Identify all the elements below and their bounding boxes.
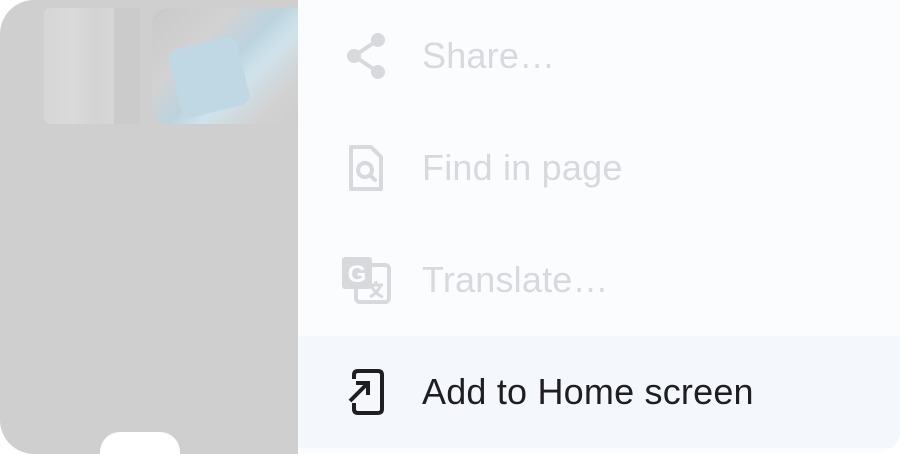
menu-item-label: Find in page <box>422 147 623 188</box>
page-shape <box>100 432 180 454</box>
overflow-menu: Share… Find in page G Translate… Add to … <box>298 0 900 454</box>
menu-item-translate[interactable]: G Translate… <box>298 224 900 336</box>
dimmed-page-content[interactable] <box>0 0 310 454</box>
share-icon <box>338 28 394 84</box>
page-image-thumbnail <box>152 8 310 124</box>
browser-screen: Share… Find in page G Translate… Add to … <box>0 0 900 454</box>
add-to-home-screen-icon <box>338 364 394 420</box>
svg-text:G: G <box>348 261 367 288</box>
menu-item-label: Share… <box>422 35 556 76</box>
menu-item-label: Translate… <box>422 259 609 300</box>
menu-item-find-in-page[interactable]: Find in page <box>298 112 900 224</box>
menu-item-share[interactable]: Share… <box>298 0 900 112</box>
menu-item-label: Add to Home screen <box>422 371 754 412</box>
menu-item-add-to-home-screen[interactable]: Add to Home screen <box>298 336 900 448</box>
translate-icon: G <box>338 252 394 308</box>
page-image-thumbnail <box>44 8 140 124</box>
find-in-page-icon <box>338 140 394 196</box>
